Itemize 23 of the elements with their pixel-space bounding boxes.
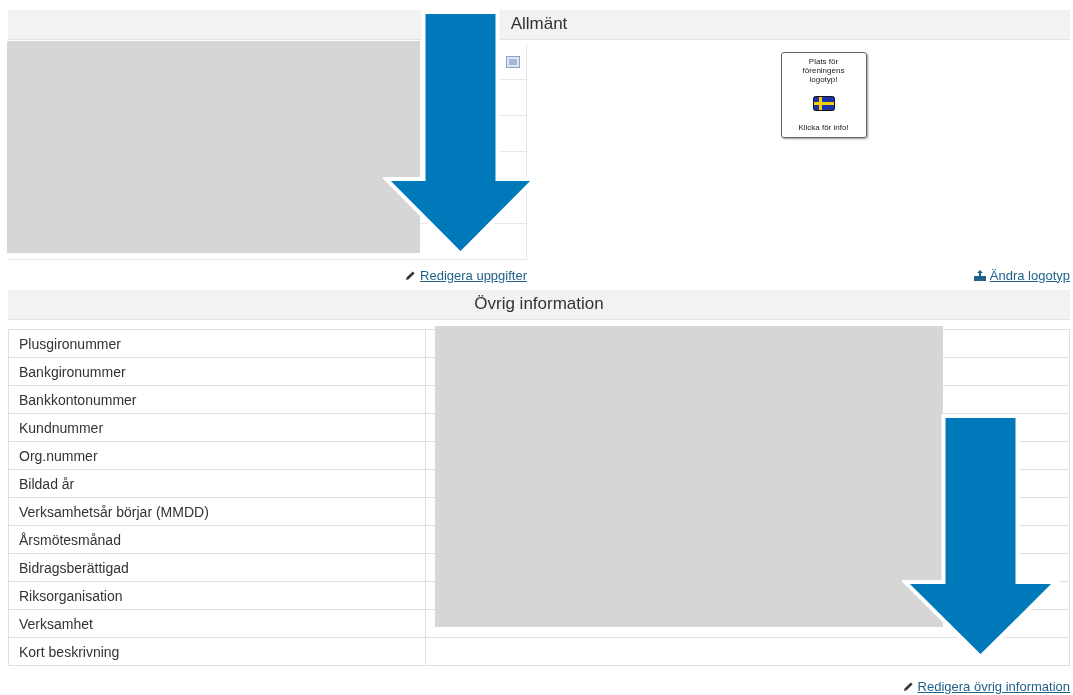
upload-icon	[973, 269, 986, 281]
field-label: Bankgironummer	[8, 357, 426, 386]
flag-icon	[812, 96, 835, 111]
pencil-icon	[902, 680, 914, 692]
field-label: Bildad år	[8, 469, 426, 498]
section-title: Allmänt	[509, 13, 569, 35]
field-label: Bankkontonummer	[8, 385, 426, 414]
field-label: Plusgironummer	[8, 329, 426, 358]
edit-other-info-link[interactable]: Redigera övrig information	[902, 678, 1070, 694]
change-logo-link[interactable]: Ändra logotyp	[973, 267, 1070, 283]
section-title: Övrig information	[473, 293, 605, 315]
field-label: Riksorganisation	[8, 581, 426, 610]
list-icon	[506, 55, 520, 68]
field-label: Kundnummer	[8, 413, 426, 442]
field-label: Bidragsberättigad	[8, 553, 426, 582]
field-label: Kort beskrivning	[8, 637, 426, 666]
field-label: Verksamhetsår börjar (MMDD)	[8, 497, 426, 526]
field-label: Årsmötesmånad	[8, 525, 426, 554]
logo-placeholder-button[interactable]: Plats för föreningens logotyp! Klicka för info!	[780, 52, 867, 138]
field-label: Verksamhet	[8, 609, 426, 638]
pencil-icon	[405, 269, 417, 281]
field-label: Org.nummer	[8, 441, 426, 470]
edit-details-link[interactable]: Redigera uppgifter	[405, 267, 527, 283]
